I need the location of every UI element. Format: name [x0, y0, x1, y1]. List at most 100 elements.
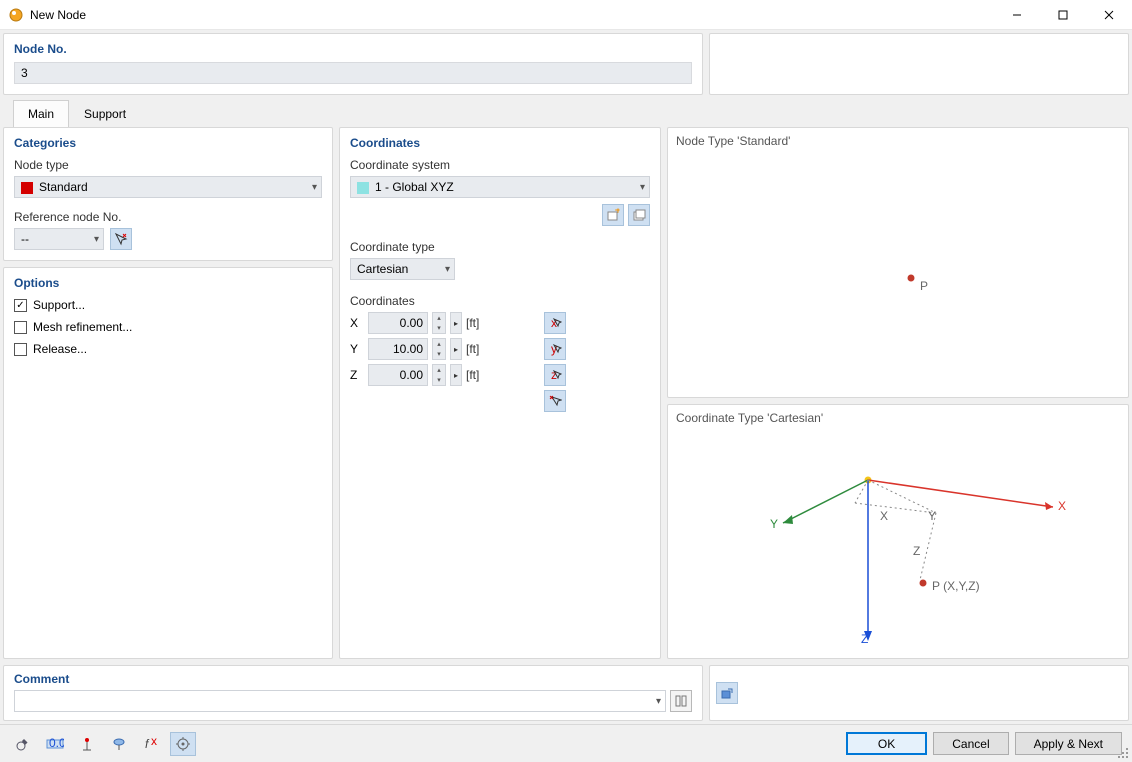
coord-y-input[interactable] — [368, 338, 428, 360]
options-header: Options — [14, 276, 322, 290]
coord-z-input[interactable] — [368, 364, 428, 386]
coord-y-pick-button[interactable]: y — [544, 338, 566, 360]
node-type-color-swatch — [21, 182, 33, 194]
coord-y-label: Y — [350, 342, 364, 356]
coord-system-value: 1 - Global XYZ — [375, 180, 454, 194]
coord-x-spinner[interactable]: ▴▾ — [432, 312, 446, 334]
coord-z-step-button[interactable]: ▸ — [450, 364, 462, 386]
svg-text:0.00: 0.00 — [49, 737, 64, 750]
resize-grip-icon[interactable] — [1118, 748, 1130, 760]
comment-manage-button[interactable] — [670, 690, 692, 712]
support-label: Support... — [33, 298, 85, 312]
node-type-value: Standard — [39, 180, 88, 194]
node-no-input[interactable] — [14, 62, 692, 84]
cancel-button[interactable]: Cancel — [933, 732, 1008, 755]
minimize-button[interactable] — [994, 0, 1040, 30]
coord-x-unit: [ft] — [466, 316, 490, 330]
tool-wrench-icon[interactable] — [10, 732, 36, 756]
node-type-preview: Node Type 'Standard' P — [667, 127, 1129, 398]
chevron-down-icon: ▾ — [656, 696, 661, 707]
coords-sublabel: Coordinates — [350, 294, 650, 308]
window-title: New Node — [30, 8, 86, 22]
coord-system-new-button[interactable] — [602, 204, 624, 226]
coord-x-step-button[interactable]: ▸ — [450, 312, 462, 334]
tab-support[interactable]: Support — [69, 100, 141, 127]
node-no-label: Node No. — [14, 42, 692, 56]
coord-y-spinner[interactable]: ▴▾ — [432, 338, 446, 360]
coordinates-header: Coordinates — [350, 136, 650, 150]
svg-text:Z: Z — [913, 544, 920, 558]
coord-type-preview: Coordinate Type 'Cartesian' X Y — [667, 404, 1129, 659]
coord-y-step-button[interactable]: ▸ — [450, 338, 462, 360]
svg-text:Z: Z — [861, 632, 868, 645]
coord-z-unit: [ft] — [466, 368, 490, 382]
close-button[interactable] — [1086, 0, 1132, 30]
comment-input[interactable]: ▾ — [14, 690, 666, 712]
coord-type-preview-graphic: X Y Z — [676, 425, 1120, 645]
svg-text:f: f — [145, 737, 150, 751]
coord-z-spinner[interactable]: ▴▾ — [432, 364, 446, 386]
mesh-refinement-label: Mesh refinement... — [33, 320, 132, 334]
top-preview-blank — [709, 33, 1129, 95]
window-titlebar: New Node — [0, 0, 1132, 30]
tool-function-icon[interactable]: fx — [138, 732, 164, 756]
tool-support-icon[interactable] — [106, 732, 132, 756]
coord-system-dropdown[interactable]: 1 - Global XYZ ▾ — [350, 176, 650, 198]
coord-system-library-button[interactable] — [628, 204, 650, 226]
svg-text:P: P — [920, 279, 928, 293]
chevron-down-icon: ▾ — [94, 234, 99, 245]
coord-type-value: Cartesian — [357, 262, 408, 276]
coord-x-pick-button[interactable]: x — [544, 312, 566, 334]
coord-type-dropdown[interactable]: Cartesian ▾ — [350, 258, 455, 280]
chevron-down-icon: ▾ — [445, 264, 450, 275]
coord-x-input[interactable] — [368, 312, 428, 334]
coord-z-label: Z — [350, 368, 364, 382]
right-bottom-toolbar — [709, 665, 1129, 721]
options-panel: Options ✓ Support... Mesh refinement... … — [3, 267, 333, 659]
release-label: Release... — [33, 342, 87, 356]
support-checkbox[interactable]: ✓ — [14, 299, 27, 312]
release-checkbox[interactable] — [14, 343, 27, 356]
coord-type-label: Coordinate type — [350, 240, 650, 254]
categories-panel: Categories Node type Standard ▾ Referenc… — [3, 127, 333, 261]
svg-text:x: x — [151, 736, 157, 748]
apply-next-button[interactable]: Apply & Next — [1015, 732, 1122, 755]
tool-node-icon[interactable] — [74, 732, 100, 756]
node-type-dropdown[interactable]: Standard ▾ — [14, 176, 322, 198]
categories-header: Categories — [14, 136, 322, 150]
dialog-footer: 0.00 fx OK Cancel Apply & Next — [0, 724, 1132, 762]
chevron-down-icon: ▾ — [312, 182, 317, 193]
tool-units-icon[interactable]: 0.00 — [42, 732, 68, 756]
comment-header: Comment — [14, 672, 692, 686]
svg-text:X: X — [1058, 499, 1066, 513]
comment-panel: Comment ▾ — [3, 665, 703, 721]
coord-system-label: Coordinate system — [350, 158, 650, 172]
mesh-refinement-checkbox[interactable] — [14, 321, 27, 334]
coord-all-pick-button[interactable] — [544, 390, 566, 412]
ref-node-label: Reference node No. — [14, 210, 322, 224]
coord-system-swatch — [357, 182, 369, 194]
coordinates-panel: Coordinates Coordinate system 1 - Global… — [339, 127, 661, 659]
svg-text:Y: Y — [928, 509, 936, 523]
coord-picker-global-button[interactable] — [716, 682, 738, 704]
coord-type-preview-caption: Coordinate Type 'Cartesian' — [676, 411, 1120, 425]
ref-node-pick-button[interactable] — [110, 228, 132, 250]
node-type-preview-caption: Node Type 'Standard' — [676, 134, 1120, 148]
tabs: Main Support — [3, 99, 1129, 127]
ref-node-dropdown[interactable]: -- ▾ — [14, 228, 104, 250]
svg-text:X: X — [880, 509, 888, 523]
coord-x-label: X — [350, 316, 364, 330]
coord-y-unit: [ft] — [466, 342, 490, 356]
coord-z-pick-button[interactable]: z — [544, 364, 566, 386]
tab-main[interactable]: Main — [13, 100, 69, 127]
node-type-label: Node type — [14, 158, 322, 172]
maximize-button[interactable] — [1040, 0, 1086, 30]
svg-text:P (X,Y,Z): P (X,Y,Z) — [932, 579, 980, 593]
tool-settings-icon[interactable] — [170, 732, 196, 756]
node-no-panel: Node No. — [3, 33, 703, 95]
chevron-down-icon: ▾ — [640, 182, 645, 193]
ok-button[interactable]: OK — [846, 732, 927, 755]
svg-text:Y: Y — [770, 517, 778, 531]
ref-node-value: -- — [21, 232, 29, 246]
node-type-preview-graphic: P — [676, 148, 1120, 388]
